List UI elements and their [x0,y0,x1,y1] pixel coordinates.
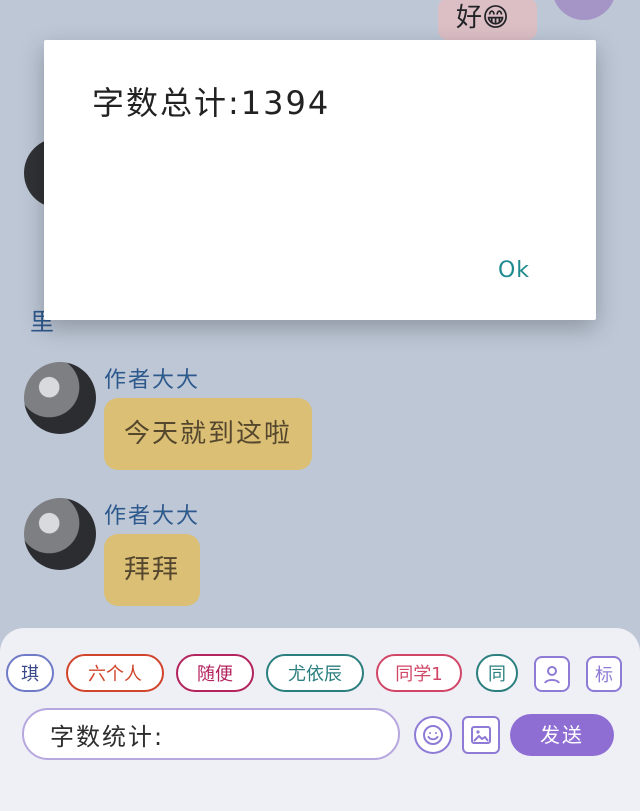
dialog-message: 字数总计:1394 [92,84,331,122]
send-button[interactable]: 发送 [510,714,614,756]
quick-reply-chip[interactable]: 同学1 [376,654,462,692]
quick-reply-chip[interactable]: 尤依辰 [266,654,364,692]
quick-reply-chip[interactable]: 琪 [6,654,54,692]
quick-reply-chip[interactable]: 同 [476,654,518,692]
quick-reply-chip[interactable]: 随便 [176,654,254,692]
emoji-icon[interactable] [414,716,452,754]
quick-reply-chip[interactable]: 六个人 [66,654,164,692]
image-icon[interactable] [462,716,500,754]
word-count-dialog: 字数总计:1394 Ok [44,40,596,320]
message-input[interactable]: 字数统计: [22,708,400,760]
ok-button[interactable]: Ok [498,258,530,283]
input-panel: 琪 六个人 随便 尤依辰 同学1 同 标 字数统计: 发送 [0,628,640,811]
tag-icon[interactable]: 标 [586,656,622,692]
person-icon[interactable] [534,656,570,692]
